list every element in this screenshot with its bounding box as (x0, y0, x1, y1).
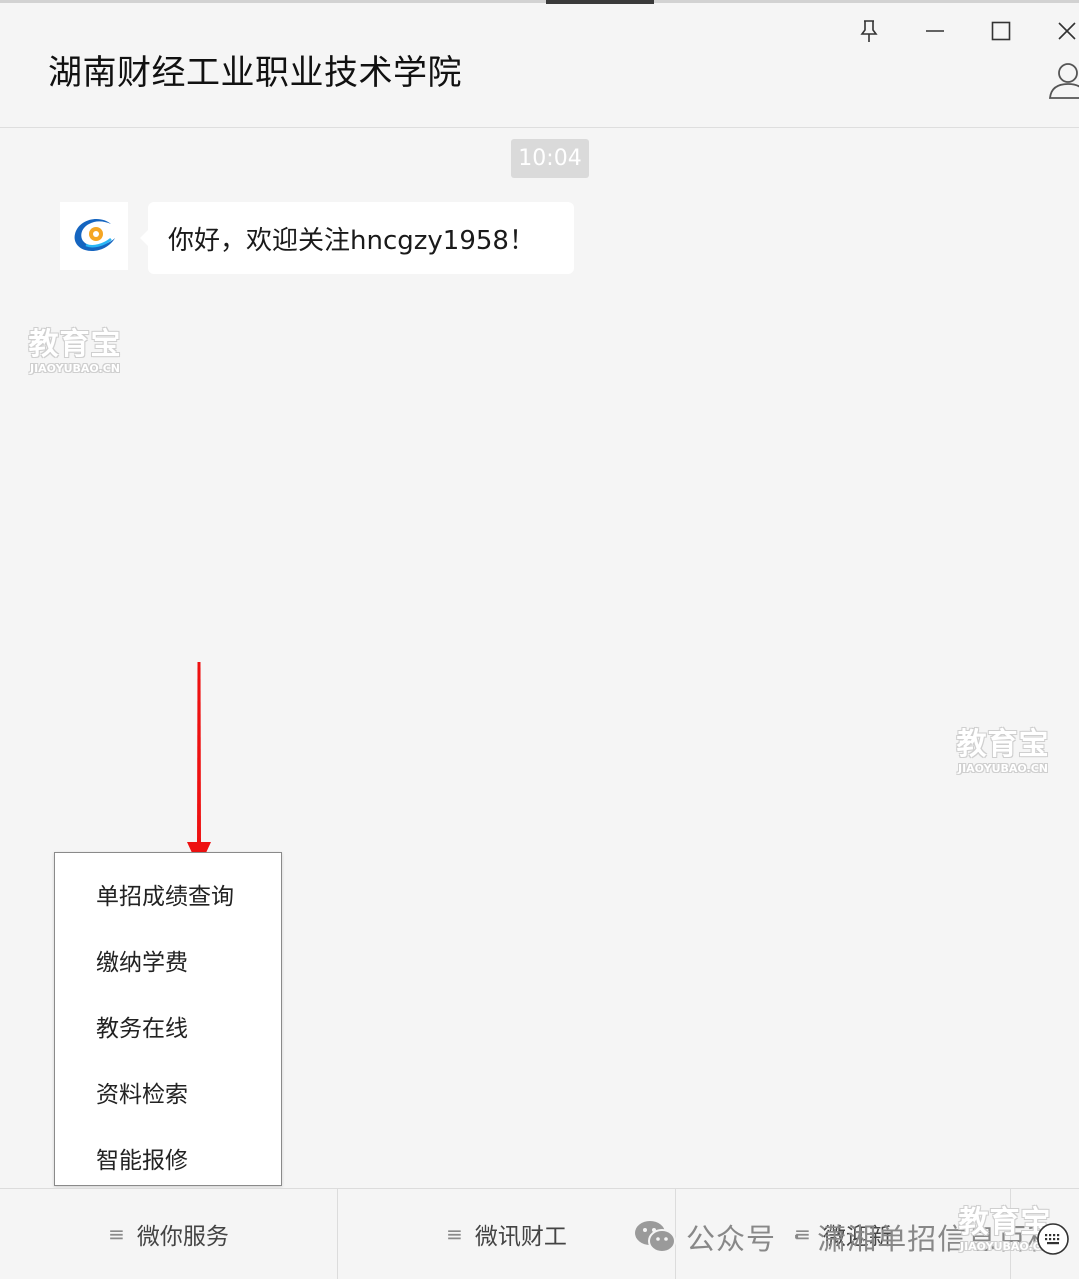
menu-tab-label: 微你服务 (136, 1224, 229, 1250)
menu-lines-icon: ≡ (446, 1222, 463, 1246)
minimize-icon (926, 30, 944, 32)
keyboard-icon (1037, 1223, 1069, 1255)
menu-tab-label: 微迎新 (822, 1224, 892, 1250)
annotation-arrow (187, 662, 211, 868)
submenu-item[interactable]: 缴纳学费 (96, 943, 188, 977)
menu-tab[interactable]: ≡ 微你服务 (0, 1189, 337, 1279)
watermark-url: JIAOYUBAO.CN (957, 762, 1049, 775)
pin-button[interactable] (852, 14, 886, 48)
watermark-text: 教育宝 (956, 727, 1050, 762)
submenu-popup: 单招成绩查询 缴纳学费 教务在线 资料检索 智能报修 (54, 852, 282, 1186)
watermark: 教育宝 JIAOYUBAO.CN (18, 327, 132, 376)
submenu-item[interactable]: 单招成绩查询 (96, 877, 234, 911)
message-bubble: 你好，欢迎关注hncgzy1958！ (140, 202, 574, 274)
menu-tab[interactable]: ≡ 微迎新 (676, 1189, 1010, 1279)
maximize-icon (991, 21, 1011, 41)
sender-avatar[interactable] (60, 202, 128, 270)
pin-icon (860, 20, 878, 42)
close-button[interactable] (1050, 14, 1079, 48)
maximize-button[interactable] (984, 14, 1018, 48)
menu-lines-icon: ≡ (794, 1222, 811, 1246)
profile-icon (1049, 63, 1079, 99)
keyboard-toggle-button[interactable] (1036, 1222, 1070, 1256)
submenu-item[interactable]: 资料检索 (96, 1075, 188, 1109)
menu-bar: ≡ 微你服务 ≡ 微讯财工 ≡ 微迎新 (0, 1188, 1079, 1279)
message-text: 你好，欢迎关注hncgzy1958！ (168, 225, 535, 256)
submenu-item[interactable]: 教务在线 (96, 1009, 188, 1043)
watermark-text: 教育宝 (28, 327, 122, 362)
watermark: 教育宝 JIAOYUBAO.CN (946, 727, 1060, 776)
tab-divider (1010, 1189, 1011, 1279)
menu-tab-label: 微讯财工 (474, 1224, 567, 1250)
profile-button[interactable] (1046, 60, 1079, 102)
annotation-arrow-shaft (197, 662, 201, 844)
submenu-item[interactable]: 智能报修 (96, 1141, 188, 1175)
chat-title: 湖南财经工业职业技术学院 (48, 53, 462, 93)
menu-tab[interactable]: ≡ 微讯财工 (338, 1189, 675, 1279)
minimize-button[interactable] (918, 14, 952, 48)
college-logo-icon (74, 218, 115, 252)
menu-lines-icon: ≡ (108, 1222, 125, 1246)
watermark-url: JIAOYUBAO.CN (29, 362, 121, 375)
message-timestamp: 10:04 (511, 139, 589, 178)
close-icon (1058, 22, 1076, 40)
